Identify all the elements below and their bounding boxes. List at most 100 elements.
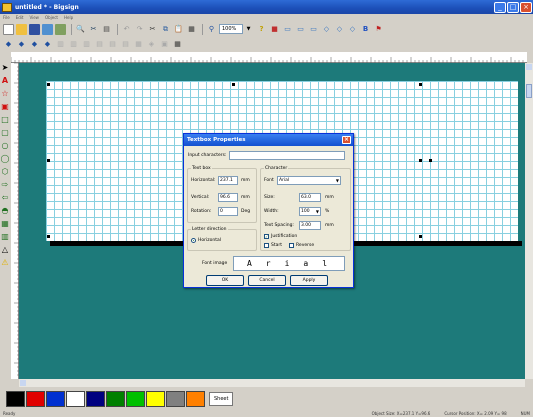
reverse-checkbox[interactable] [289, 243, 294, 248]
select-arrow-icon[interactable]: ➤ [0, 63, 10, 73]
scroll-left-icon[interactable] [20, 380, 26, 386]
dropdown-arrow-icon[interactable]: ▼ [243, 24, 254, 35]
triangle-tool-icon[interactable]: △ [0, 245, 10, 255]
node-tool-3-icon[interactable]: ◆ [29, 39, 40, 50]
apply-button[interactable]: Apply [290, 275, 328, 286]
ungroup-icon[interactable]: ▦ [172, 39, 183, 50]
text-spacing-field[interactable]: 3.00 [299, 221, 321, 230]
color-swatch[interactable] [6, 391, 25, 407]
ellipse-tool-icon[interactable]: ○ [0, 141, 10, 151]
ok-button[interactable]: OK [206, 275, 244, 286]
font-select[interactable]: Arial ▼ [277, 176, 341, 185]
open-folder-icon[interactable] [16, 23, 27, 35]
grid-tool-icon[interactable]: ▦ [0, 219, 10, 229]
start-checkbox[interactable] [264, 243, 269, 248]
redo-icon[interactable]: ↷ [134, 24, 145, 35]
node-tool-1-icon[interactable]: ◆ [3, 39, 14, 50]
align-left-icon[interactable]: ▥ [55, 39, 66, 50]
menu-object[interactable]: Object [45, 15, 58, 22]
menu-view[interactable]: View [29, 15, 39, 22]
cut-path-icon[interactable]: ✂ [88, 24, 99, 35]
new-file-icon[interactable] [3, 23, 14, 35]
layer-5-icon[interactable]: ◇ [334, 24, 345, 35]
warning-tool-icon[interactable]: ⚠ [0, 258, 10, 268]
color-swatch[interactable] [146, 391, 165, 407]
minimize-button[interactable]: _ [494, 1, 506, 13]
selection-handle[interactable] [47, 159, 50, 162]
zoom-select[interactable]: 100% [219, 24, 243, 34]
selection-handle[interactable] [429, 159, 432, 162]
maximize-button[interactable]: □ [507, 1, 519, 13]
horizontal-scrollbar[interactable] [19, 379, 525, 387]
bold-b-icon[interactable]: B [360, 24, 371, 35]
layer-4-icon[interactable]: ◇ [321, 24, 332, 35]
properties-icon[interactable]: ▦ [186, 24, 197, 35]
arrow-right-tool-icon[interactable]: ⇨ [0, 180, 10, 190]
selection-handle[interactable] [419, 235, 422, 238]
layer-6-icon[interactable]: ◇ [347, 24, 358, 35]
selection-handle[interactable] [47, 83, 50, 86]
weld-icon[interactable]: ◈ [146, 39, 157, 50]
art-text-icon[interactable]: ☆ [0, 89, 10, 99]
circle-tool-icon[interactable]: ◯ [0, 154, 10, 164]
arc-tool-icon[interactable]: ◓ [0, 206, 10, 216]
selection-handle[interactable] [419, 159, 422, 162]
export-icon[interactable] [55, 23, 66, 35]
color-swatch[interactable] [46, 391, 65, 407]
rounded-rect-icon[interactable]: ▢ [0, 128, 10, 138]
abc-text-icon[interactable]: ▣ [0, 102, 10, 112]
undo-icon[interactable]: ↶ [121, 24, 132, 35]
width-select[interactable]: 100 ▼ [299, 207, 321, 216]
polygon-tool-icon[interactable]: ⬡ [0, 167, 10, 177]
vertical-scrollbar[interactable] [525, 63, 533, 379]
menu-edit[interactable]: Edit [16, 15, 24, 22]
cut-icon[interactable]: ✂ [147, 24, 158, 35]
justification-checkbox[interactable]: ✓ [264, 234, 269, 239]
layer-3-icon[interactable]: ▭ [308, 24, 319, 35]
text-tool-icon[interactable]: A [0, 76, 10, 86]
scroll-up-icon[interactable] [526, 64, 532, 70]
color-swatch[interactable] [186, 391, 205, 407]
align-center-icon[interactable]: ▥ [68, 39, 79, 50]
group-icon[interactable]: ▣ [159, 39, 170, 50]
paste-icon[interactable]: 📋 [173, 24, 184, 35]
menu-file[interactable]: File [3, 15, 10, 22]
node-tool-2-icon[interactable]: ◆ [16, 39, 27, 50]
rotation-field[interactable]: 0 [218, 207, 238, 216]
align-right-icon[interactable]: ▥ [81, 39, 92, 50]
sheet-button[interactable]: Sheet [209, 392, 234, 406]
color-swatch[interactable] [66, 391, 85, 407]
align-bottom-icon[interactable]: ▤ [120, 39, 131, 50]
bars-tool-icon[interactable]: ▥ [0, 232, 10, 242]
layer-2-icon[interactable]: ▭ [295, 24, 306, 35]
horizontal-radio[interactable] [191, 238, 196, 243]
dialog-close-icon[interactable]: × [342, 136, 351, 144]
color-swatch[interactable] [26, 391, 45, 407]
horizontal-field[interactable]: 237.1 [218, 176, 238, 185]
chevron-down-icon[interactable]: ▼ [336, 177, 339, 184]
color-swatch[interactable] [106, 391, 125, 407]
color-swatch[interactable] [86, 391, 105, 407]
scroll-thumb[interactable] [526, 84, 532, 98]
menu-help[interactable]: Help [64, 15, 73, 22]
node-tool-4-icon[interactable]: ◆ [42, 39, 53, 50]
align-top-icon[interactable]: ▤ [94, 39, 105, 50]
distribute-icon[interactable]: ▦ [133, 39, 144, 50]
align-middle-icon[interactable]: ▤ [107, 39, 118, 50]
help-icon[interactable]: ? [256, 24, 267, 35]
close-button[interactable]: × [520, 1, 532, 13]
selection-handle[interactable] [419, 83, 422, 86]
size-field[interactable]: 63.0 [299, 193, 321, 202]
vertical-field[interactable]: 96.6 [218, 193, 238, 202]
color-icon[interactable]: ■ [269, 24, 280, 35]
color-swatch[interactable] [126, 391, 145, 407]
print-preview-icon[interactable]: 🔍 [75, 24, 86, 35]
zoom-icon[interactable]: ⚲ [206, 24, 217, 35]
cancel-button[interactable]: Cancel [248, 275, 286, 286]
input-characters-field[interactable] [229, 151, 345, 160]
copy-icon[interactable]: ⧉ [160, 24, 171, 35]
import-icon[interactable] [42, 23, 53, 35]
color-swatch[interactable] [166, 391, 185, 407]
rectangle-tool-icon[interactable]: □ [0, 115, 10, 125]
arrow-left-tool-icon[interactable]: ⇦ [0, 193, 10, 203]
